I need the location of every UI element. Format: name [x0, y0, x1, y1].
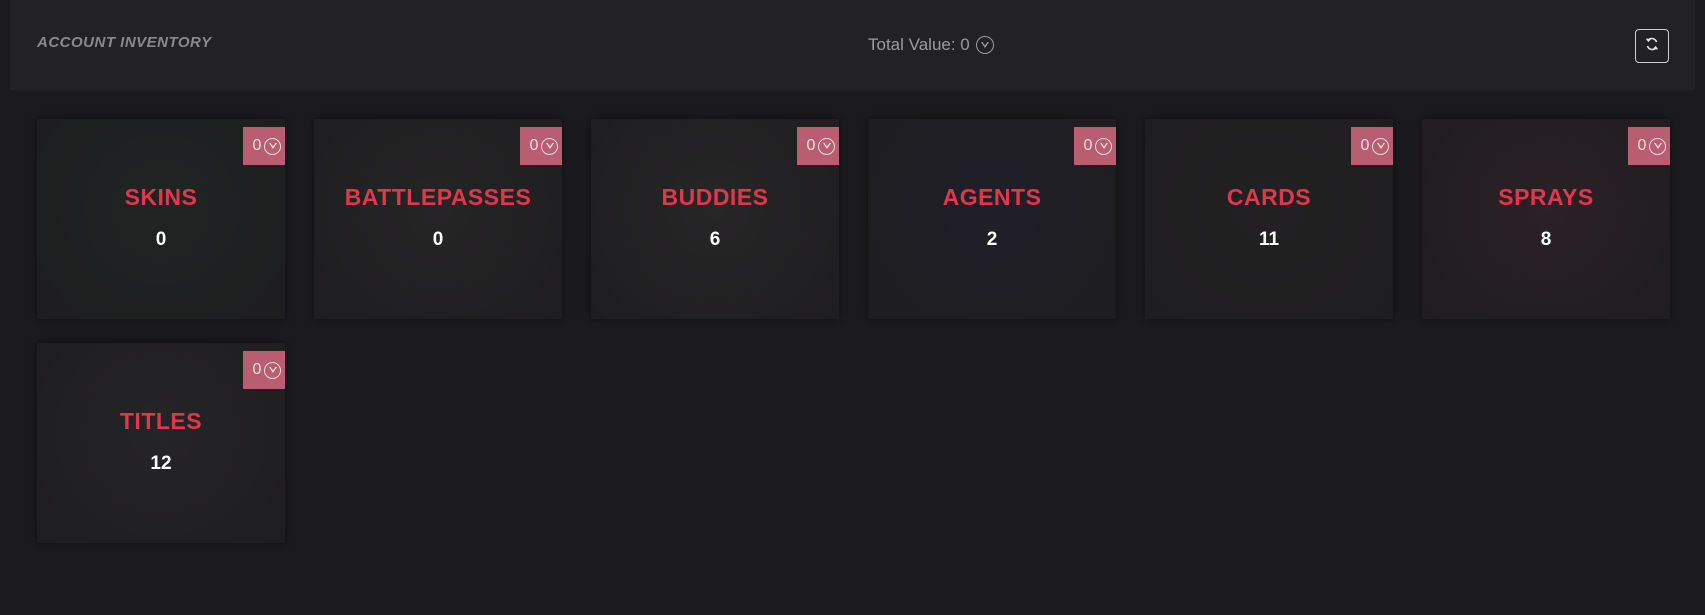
page-title: ACCOUNT INVENTORY — [37, 34, 212, 51]
card-count: 6 — [709, 229, 721, 250]
valorant-points-icon — [1372, 137, 1390, 155]
card-title: TITLES — [119, 408, 203, 434]
valorant-points-icon — [975, 36, 994, 54]
category-card-buddies[interactable]: 0 BUDDIES 6 — [591, 119, 839, 319]
valorant-points-icon — [1649, 137, 1667, 155]
card-count: 0 — [155, 229, 167, 250]
card-value: 0 — [1637, 137, 1647, 154]
card-count: 8 — [1540, 229, 1552, 250]
card-value-badge: 0 — [520, 127, 562, 165]
card-value-badge: 0 — [1628, 127, 1670, 165]
card-title: BUDDIES — [661, 184, 769, 210]
category-card-agents[interactable]: 0 AGENTS 2 — [868, 119, 1116, 319]
card-title: SKINS — [124, 184, 198, 210]
card-count: 2 — [986, 229, 998, 250]
category-card-cards[interactable]: 0 CARDS 11 — [1145, 119, 1393, 319]
refresh-button[interactable] — [1635, 29, 1669, 63]
total-value: Total Value: 0 — [868, 35, 994, 55]
card-value-badge: 0 — [1074, 127, 1116, 165]
card-value: 0 — [1083, 137, 1093, 154]
valorant-points-icon — [264, 137, 282, 155]
category-card-skins[interactable]: 0 SKINS 0 — [37, 119, 285, 319]
card-value: 0 — [806, 137, 816, 154]
refresh-icon — [1644, 36, 1660, 56]
card-value: 0 — [252, 361, 262, 378]
inventory-header: ACCOUNT INVENTORY Total Value: 0 — [10, 0, 1695, 90]
card-title: SPRAYS — [1498, 184, 1594, 210]
total-value-label: Total Value: 0 — [868, 35, 970, 54]
valorant-points-icon — [264, 361, 282, 379]
category-card-sprays[interactable]: 0 SPRAYS 8 — [1422, 119, 1670, 319]
card-title: AGENTS — [942, 184, 1042, 210]
card-count: 12 — [150, 453, 172, 474]
category-card-titles[interactable]: 0 TITLES 12 — [37, 343, 285, 543]
valorant-points-icon — [541, 137, 559, 155]
card-value: 0 — [529, 137, 539, 154]
card-value: 0 — [252, 137, 262, 154]
card-value-badge: 0 — [1351, 127, 1393, 165]
card-title: CARDS — [1226, 184, 1312, 210]
card-value: 0 — [1360, 137, 1370, 154]
card-count: 11 — [1258, 229, 1280, 250]
valorant-points-icon — [818, 137, 836, 155]
card-value-badge: 0 — [243, 127, 285, 165]
card-title: BATTLEPASSES — [344, 184, 532, 210]
card-value-badge: 0 — [243, 351, 285, 389]
card-value-badge: 0 — [797, 127, 839, 165]
valorant-points-icon — [1095, 137, 1113, 155]
card-count: 0 — [432, 229, 444, 250]
category-card-battlepasses[interactable]: 0 BATTLEPASSES 0 — [314, 119, 562, 319]
